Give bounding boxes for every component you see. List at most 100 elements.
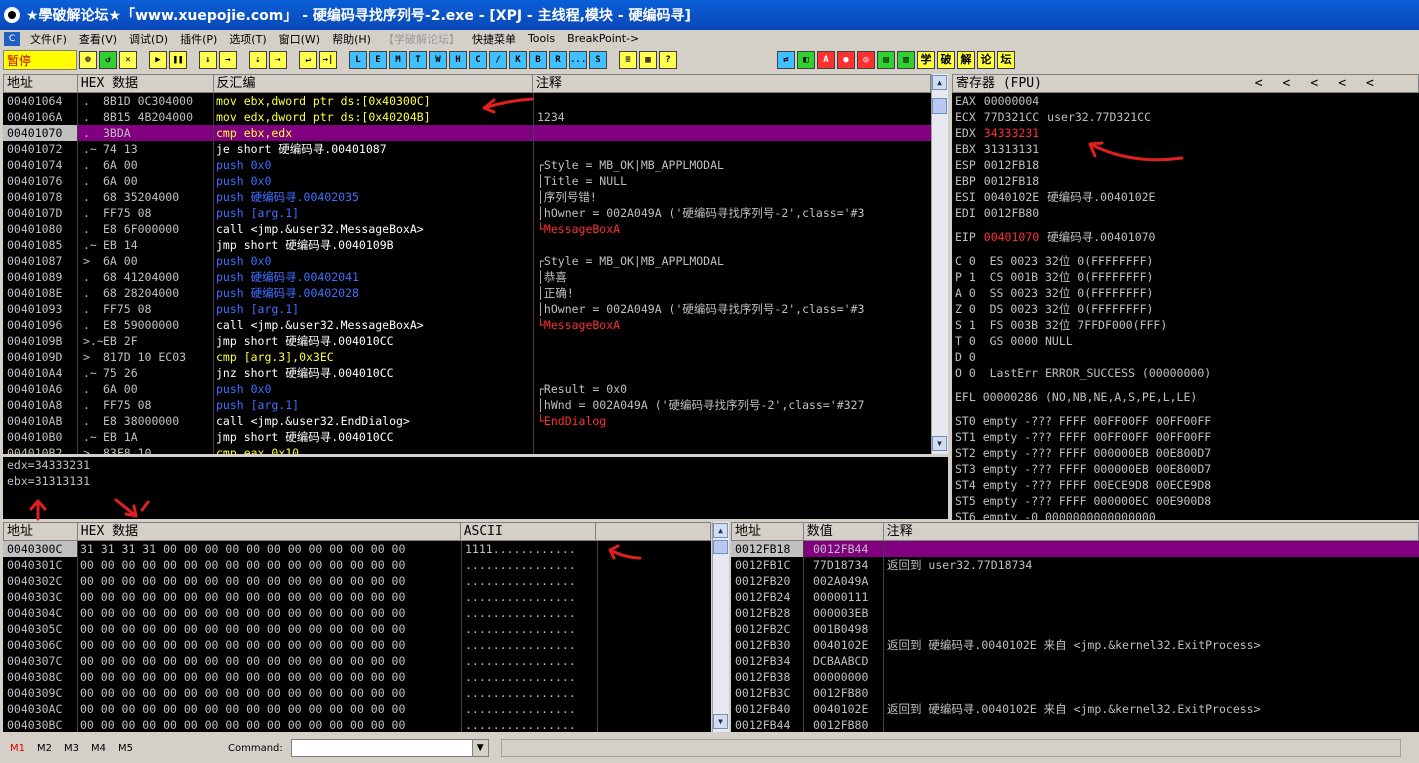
flag-row[interactable]: D 0: [955, 349, 1419, 365]
step-into-icon[interactable]: ↓: [199, 51, 217, 69]
registers-nav-icon[interactable]: <<<<<: [1252, 75, 1418, 92]
dump-row[interactable]: 0040303C 00 00 00 00 00 00 00 00 00 00 00…: [3, 589, 711, 605]
dropdown-arrow-icon[interactable]: ▼: [471, 740, 488, 756]
stack-col-comment[interactable]: 注释: [884, 523, 1418, 540]
stack-pane[interactable]: 0012FB18 0012FB44 0012FB1C 77D18734 返回到 user…: [731, 541, 1419, 732]
plugin-icon[interactable]: ◧: [797, 51, 815, 69]
disasm-row[interactable]: 00401089. 68 41204000 push 硬编码寻.00402041 │恭…: [3, 269, 931, 285]
stack-col-addr[interactable]: 地址: [732, 523, 804, 540]
command-input[interactable]: ▼: [290, 739, 489, 757]
menu-forum[interactable]: 【学破解论坛】: [377, 31, 466, 47]
flag-row[interactable]: O 0 LastErr ERROR_SUCCESS (00000000): [955, 365, 1419, 381]
menu-help[interactable]: 帮助(H): [326, 31, 377, 47]
disasm-row[interactable]: 004010A6. 6A 00 push 0x0 ┌Result = 0x0: [3, 381, 931, 397]
disasm-row[interactable]: 00401064. 8B1D 0C304000 mov ebx,dword ptr …: [3, 93, 931, 109]
fpu-row[interactable]: ST6 empty -0 0000000000000000: [955, 509, 1419, 520]
stack-row[interactable]: 0012FB28 000003EB: [731, 605, 1419, 621]
window-button[interactable]: M: [389, 51, 407, 69]
window-button[interactable]: W: [429, 51, 447, 69]
pause-icon[interactable]: ❚❚: [169, 51, 187, 69]
col-disasm[interactable]: 反汇编: [214, 75, 533, 92]
stack-row[interactable]: 0012FB24 00000111: [731, 589, 1419, 605]
register-value[interactable]: 0012FB18: [984, 157, 1039, 173]
stack-row[interactable]: 0012FB40 0040102E 返回到 硬编码寻.0040102E 来自 <jm…: [731, 701, 1419, 717]
register-value[interactable]: 34333231: [984, 125, 1039, 141]
disasm-row[interactable]: 00401096. E8 59000000 call <jmp.&user32.Me…: [3, 317, 931, 333]
disasm-row[interactable]: 00401072 .~ 74 13 je short 硬编码寻.00401087: [3, 141, 931, 157]
dump-row[interactable]: 0040304C 00 00 00 00 00 00 00 00 00 00 00…: [3, 605, 711, 621]
fpu-row[interactable]: ST0 empty -??? FFFF 00FF00FF 00FF00FF: [955, 413, 1419, 429]
memory-tab[interactable]: M3: [64, 743, 79, 754]
register-row[interactable]: ESP 0012FB18: [955, 157, 1419, 173]
window-button[interactable]: S: [589, 51, 607, 69]
flag-row[interactable]: P 1 CS 001B 32位 0(FFFFFFFF): [955, 269, 1419, 285]
disasm-row[interactable]: 00401074. 6A 00 push 0x0 ┌Style = MB_OK|MB_…: [3, 157, 931, 173]
register-row[interactable]: EBX 31313131: [955, 141, 1419, 157]
register-value[interactable]: 0012FB18: [984, 173, 1039, 189]
flag-row[interactable]: S 1 FS 003B 32位 7FFDF000(FFF): [955, 317, 1419, 333]
window-button[interactable]: H: [449, 51, 467, 69]
grid-icon[interactable]: ▦: [639, 51, 657, 69]
help-icon[interactable]: ?: [659, 51, 677, 69]
fpu-row[interactable]: ST3 empty -??? FFFF 000000EB 00E800D7: [955, 461, 1419, 477]
window-button[interactable]: E: [369, 51, 387, 69]
refresh-icon[interactable]: ⇄: [777, 51, 795, 69]
dump-row[interactable]: 0040308C 00 00 00 00 00 00 00 00 00 00 00…: [3, 669, 711, 685]
fpu-row[interactable]: ST1 empty -??? FFFF 00FF00FF 00FF00FF: [955, 429, 1419, 445]
menu-view[interactable]: 查看(V): [73, 31, 123, 47]
scroll-thumb[interactable]: [932, 98, 947, 114]
stack-row[interactable]: 0012FB3C 0012FB80: [731, 685, 1419, 701]
menu-debug[interactable]: 调试(D): [123, 31, 174, 47]
register-row[interactable]: EBP 0012FB18: [955, 173, 1419, 189]
menu-breakpoint[interactable]: BreakPoint->: [561, 32, 645, 45]
stack-col-val[interactable]: 数值: [804, 523, 884, 540]
run-icon[interactable]: ▶: [149, 51, 167, 69]
window-button[interactable]: B: [529, 51, 547, 69]
disasm-row[interactable]: 00401087 >6A 00 push 0x0 ┌Style = MB_OK|MB_…: [3, 253, 931, 269]
target-icon[interactable]: ◎: [857, 51, 875, 69]
register-value[interactable]: 00000004: [984, 93, 1039, 109]
dump-row[interactable]: 0040307C 00 00 00 00 00 00 00 00 00 00 00…: [3, 653, 711, 669]
memory-tab[interactable]: M2: [37, 743, 52, 754]
disasm-row[interactable]: 004010B2 >83F8 10 cmp eax,0x10: [3, 445, 931, 454]
window-button[interactable]: /: [489, 51, 507, 69]
restart-icon[interactable]: ↺: [99, 51, 117, 69]
disasm-row[interactable]: 00401070. 3BDA cmp ebx,edx: [3, 125, 931, 141]
window-button[interactable]: L: [349, 51, 367, 69]
trace-into-icon[interactable]: ⇣: [249, 51, 267, 69]
scroll-thumb[interactable]: [713, 540, 728, 554]
scroll-down-icon[interactable]: ▼: [932, 436, 947, 451]
disasm-row[interactable]: 0040106A. 8B15 4B204000 mov edx,dword ptr …: [3, 109, 931, 125]
disasm-row[interactable]: 00401093. FF75 08 push [arg.1] │hOwner = 00…: [3, 301, 931, 317]
register-value[interactable]: 0012FB80: [984, 205, 1039, 221]
trace-over-icon[interactable]: ⇢: [269, 51, 287, 69]
stack-row[interactable]: 0012FB2C 001B0498: [731, 621, 1419, 637]
scroll-up-icon[interactable]: ▲: [713, 523, 728, 538]
disasm-pane[interactable]: 00401064. 8B1D 0C304000 mov ebx,dword ptr …: [3, 93, 931, 454]
list-icon[interactable]: ≡: [619, 51, 637, 69]
window-button[interactable]: C: [469, 51, 487, 69]
dump-col-hex[interactable]: HEX 数据: [78, 523, 461, 540]
disasm-row[interactable]: 004010A4 .~ 75 26 jnz short 硬编码寻.004010CC: [3, 365, 931, 381]
register-row[interactable]: EAX 00000004: [955, 93, 1419, 109]
forum-button[interactable]: 学: [917, 51, 935, 69]
fpu-row[interactable]: ST5 empty -??? FFFF 000000EC 00E900D8: [955, 493, 1419, 509]
register-row[interactable]: ECX 77D321CC user32.77D321CC: [955, 109, 1419, 125]
dump-pane[interactable]: 0040300C 31 31 31 31 00 00 00 00 00 00 00…: [3, 541, 711, 732]
disasm-row[interactable]: 0040109B >.~ EB 2F jmp short 硬编码寻.004010CC: [3, 333, 931, 349]
dump-row[interactable]: 0040302C 00 00 00 00 00 00 00 00 00 00 00…: [3, 573, 711, 589]
execute-till-return-icon[interactable]: ↵: [299, 51, 317, 69]
register-row[interactable]: EDX 34333231: [955, 125, 1419, 141]
dump-row[interactable]: 0040301C 00 00 00 00 00 00 00 00 00 00 00…: [3, 557, 711, 573]
forum-button[interactable]: 论: [977, 51, 995, 69]
flag-row[interactable]: C 0 ES 0023 32位 0(FFFFFFFF): [955, 253, 1419, 269]
window-button[interactable]: T: [409, 51, 427, 69]
dump-row[interactable]: 004030BC 00 00 00 00 00 00 00 00 00 00 00…: [3, 717, 711, 732]
calc-icon[interactable]: ▤: [877, 51, 895, 69]
scroll-up-icon[interactable]: ▲: [932, 75, 947, 90]
col-comment[interactable]: 注释: [533, 75, 930, 92]
menu-window[interactable]: 窗口(W): [273, 31, 326, 47]
flag-row[interactable]: A 0 SS 0023 32位 0(FFFFFFFF): [955, 285, 1419, 301]
memory-tab[interactable]: M4: [91, 743, 106, 754]
stack-row[interactable]: 0012FB44 0012FB80: [731, 717, 1419, 732]
